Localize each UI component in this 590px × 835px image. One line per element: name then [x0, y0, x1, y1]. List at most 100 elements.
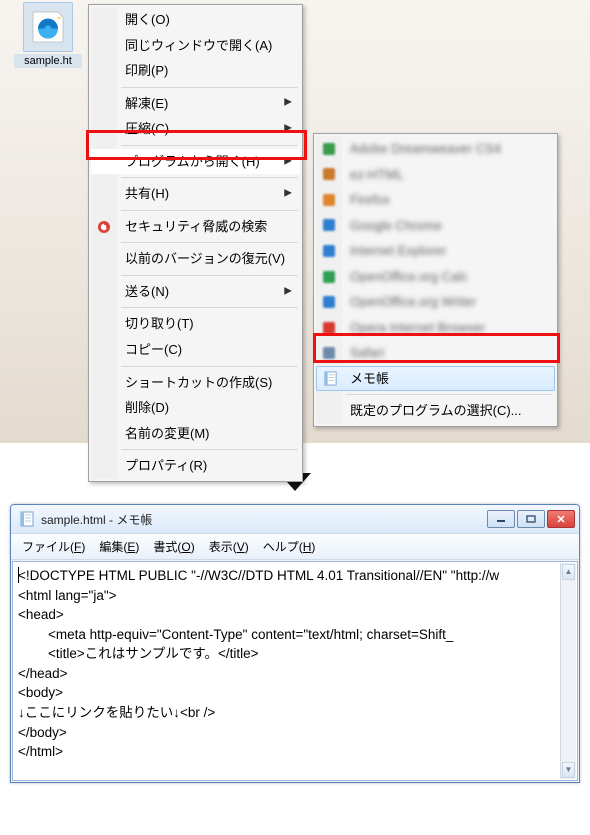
- open-with-item[interactable]: OpenOffice.org Calc: [316, 264, 555, 290]
- open-with-item[interactable]: Google Chrome: [316, 213, 555, 239]
- desktop-file-icon[interactable]: sample.ht: [14, 2, 82, 68]
- desktop-area: sample.ht 開く(O)同じウィンドウで開く(A)印刷(P)解凍(E)▶圧…: [0, 0, 590, 443]
- notepad-icon: [322, 371, 338, 387]
- open-with-item-notepad[interactable]: メモ帳: [316, 366, 555, 392]
- submenu-arrow-icon: ▶: [284, 284, 292, 298]
- context-menu-item[interactable]: 開く(O): [91, 7, 300, 33]
- menu-item-label: 圧縮(C): [125, 121, 169, 136]
- context-menu-item[interactable]: 解凍(E)▶: [91, 91, 300, 117]
- app-icon: [321, 166, 337, 182]
- separator: [121, 242, 298, 243]
- editor-line: ↓ここにリンクを貼りたい↓<br />: [18, 703, 561, 723]
- app-icon: [321, 217, 337, 233]
- menu-item-label: 印刷(P): [125, 63, 168, 78]
- editor-textarea[interactable]: <!DOCTYPE HTML PUBLIC "-//W3C//DTD HTML …: [12, 561, 578, 781]
- app-icon: [321, 243, 337, 259]
- editor-line: </body>: [18, 723, 561, 743]
- separator: [121, 275, 298, 276]
- window-title: sample.html - メモ帳: [41, 511, 485, 528]
- context-menu: 開く(O)同じウィンドウで開く(A)印刷(P)解凍(E)▶圧縮(C)▶プログラム…: [88, 4, 303, 482]
- open-with-item-label: Adobe Dreamweaver CS4: [350, 141, 501, 156]
- context-menu-item[interactable]: 削除(D): [91, 395, 300, 421]
- context-menu-item[interactable]: 共有(H) ▶: [91, 181, 300, 207]
- submenu-arrow-icon: ▶: [284, 187, 292, 201]
- separator: [121, 307, 298, 308]
- context-menu-item[interactable]: 同じウィンドウで開く(A): [91, 33, 300, 59]
- separator: [121, 449, 298, 450]
- context-menu-item[interactable]: セキュリティ脅威の検索: [91, 214, 300, 240]
- context-menu-item[interactable]: プログラムから開く(H) ▶: [91, 149, 300, 175]
- editor-line: <title>これはサンプルです。</title>: [18, 644, 561, 664]
- menu-item-label: プロパティ(R): [125, 458, 207, 473]
- maximize-button[interactable]: [517, 510, 545, 528]
- context-menu-item[interactable]: 印刷(P): [91, 58, 300, 84]
- context-menu-item[interactable]: 送る(N)▶: [91, 279, 300, 305]
- app-icon: [321, 192, 337, 208]
- editor-line: <head>: [18, 605, 561, 625]
- open-with-item[interactable]: Adobe Dreamweaver CS4: [316, 136, 555, 162]
- menu-view[interactable]: 表示(V): [202, 536, 256, 557]
- menu-edit[interactable]: 編集(E): [92, 536, 146, 557]
- open-with-item[interactable]: ez-HTML: [316, 162, 555, 188]
- menu-item-label: 名前の変更(M): [125, 426, 210, 441]
- separator: [346, 394, 553, 395]
- scrollbar[interactable]: ▲ ▼: [560, 563, 576, 779]
- open-with-item-label: Internet Explorer: [350, 243, 446, 258]
- menu-item-label: セキュリティ脅威の検索: [125, 219, 267, 234]
- context-menu-item[interactable]: プロパティ(R): [91, 453, 300, 479]
- menu-item-label: 同じウィンドウで開く(A): [125, 38, 272, 53]
- scroll-up-button[interactable]: ▲: [562, 564, 575, 580]
- open-with-item-label: Safari: [350, 345, 384, 360]
- notepad-icon: [19, 511, 35, 527]
- open-with-item-label: ez-HTML: [350, 167, 403, 182]
- editor-line: <!DOCTYPE HTML PUBLIC "-//W3C//DTD HTML …: [18, 566, 561, 586]
- titlebar[interactable]: sample.html - メモ帳 ✕: [11, 505, 579, 533]
- submenu-arrow-icon: ▶: [284, 154, 292, 168]
- editor-line: </head>: [18, 664, 561, 684]
- menu-item-label: コピー(C): [125, 342, 182, 357]
- menu-format[interactable]: 書式(O): [146, 536, 201, 557]
- open-with-item-label: Opera Internet Browser: [350, 320, 485, 335]
- menu-item-label: ショートカットの作成(S): [125, 375, 272, 390]
- menu-help[interactable]: ヘルプ(H): [256, 536, 323, 557]
- editor-line: <meta http-equiv="Content-Type" content=…: [18, 625, 561, 645]
- menubar: ファイル(F) 編集(E) 書式(O) 表示(V) ヘルプ(H): [11, 533, 579, 560]
- ie-file-icon: [23, 2, 73, 52]
- menu-item-label: 解凍(E): [125, 96, 168, 111]
- open-with-item[interactable]: Safari: [316, 340, 555, 366]
- menu-item-label: 削除(D): [125, 400, 169, 415]
- minimize-button[interactable]: [487, 510, 515, 528]
- open-with-item[interactable]: Opera Internet Browser: [316, 315, 555, 341]
- open-with-item-label: メモ帳: [350, 371, 389, 386]
- context-menu-item[interactable]: 以前のバージョンの復元(V): [91, 246, 300, 272]
- context-menu-item[interactable]: 名前の変更(M): [91, 421, 300, 447]
- open-with-item-label: OpenOffice.org Calc: [350, 269, 468, 284]
- choose-default-program[interactable]: 既定のプログラムの選択(C)...: [316, 398, 555, 424]
- app-icon: [321, 320, 337, 336]
- menu-item-label: 共有(H): [125, 186, 169, 201]
- open-with-item-label: OpenOffice.org Writer: [350, 294, 476, 309]
- menu-item-label: 既定のプログラムの選択(C)...: [350, 403, 522, 418]
- context-menu-item[interactable]: 切り取り(T): [91, 311, 300, 337]
- separator: [121, 145, 298, 146]
- menu-item-label: プログラムから開く(H): [125, 154, 260, 169]
- open-with-item[interactable]: Internet Explorer: [316, 238, 555, 264]
- menu-item-label: 開く(O): [125, 12, 170, 27]
- editor-line: <html lang="ja">: [18, 586, 561, 606]
- open-with-item[interactable]: OpenOffice.org Writer: [316, 289, 555, 315]
- app-icon: [321, 269, 337, 285]
- context-menu-item[interactable]: ショートカットの作成(S): [91, 370, 300, 396]
- app-icon: [321, 141, 337, 157]
- app-icon: [321, 345, 337, 361]
- open-with-submenu: Adobe Dreamweaver CS4 ez-HTML FirefoxGoogl…: [313, 133, 558, 427]
- menu-file[interactable]: ファイル(F): [15, 536, 92, 557]
- scroll-down-button[interactable]: ▼: [562, 762, 575, 778]
- close-button[interactable]: ✕: [547, 510, 575, 528]
- context-menu-item[interactable]: 圧縮(C)▶: [91, 116, 300, 142]
- open-with-item[interactable]: Firefox: [316, 187, 555, 213]
- trend-micro-icon: [96, 219, 112, 235]
- editor-line: <body>: [18, 683, 561, 703]
- separator: [121, 87, 298, 88]
- menu-item-label: 切り取り(T): [125, 316, 194, 331]
- context-menu-item[interactable]: コピー(C): [91, 337, 300, 363]
